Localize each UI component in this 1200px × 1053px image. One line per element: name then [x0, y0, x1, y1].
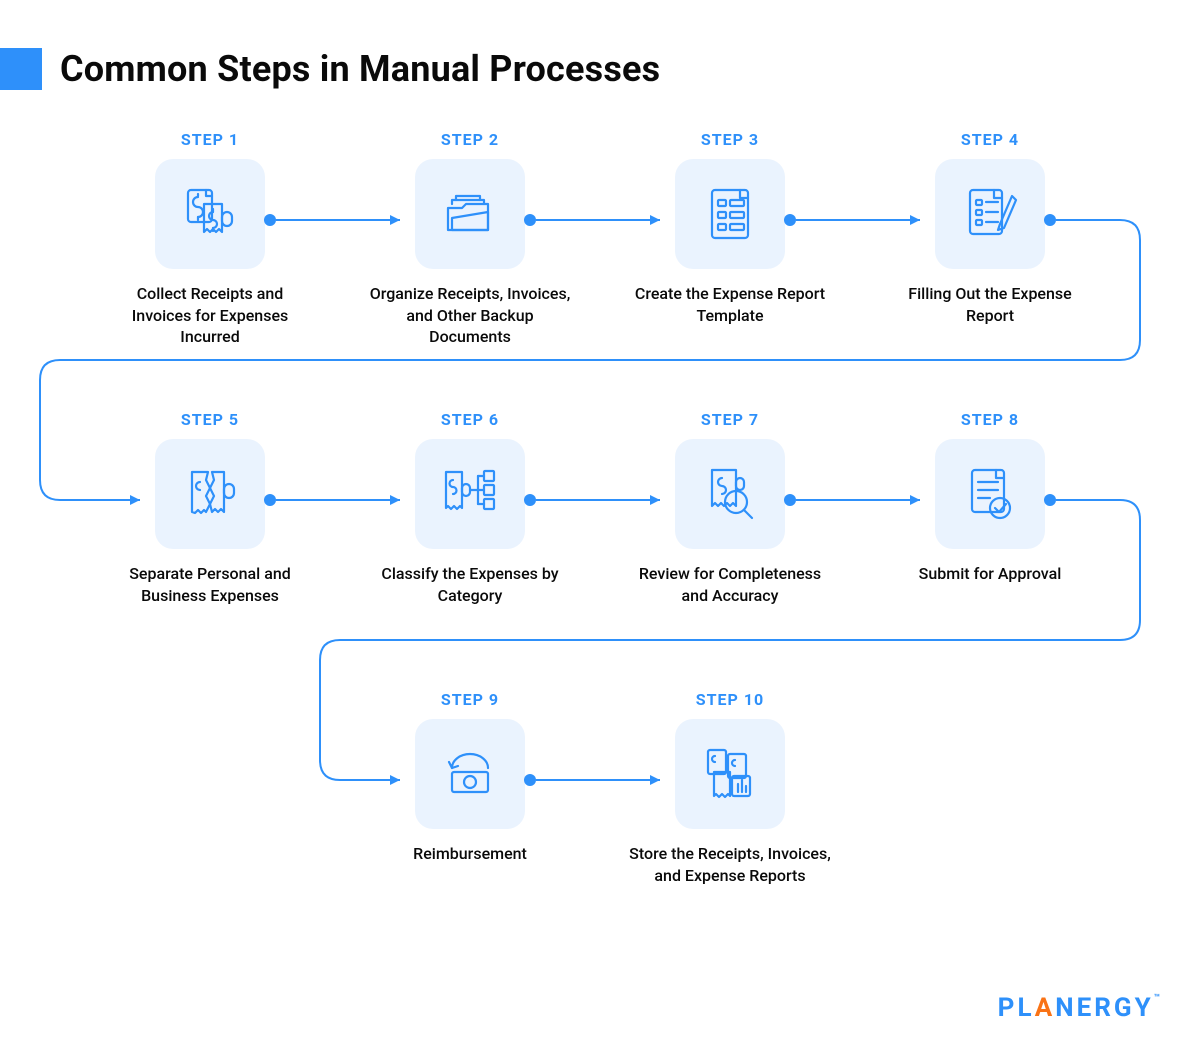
- brand-logo: PLANERGY™: [998, 993, 1160, 1023]
- step-10: STEP 10 Store the Receipts, Invoices, an…: [620, 690, 840, 886]
- reimbursement-icon: [415, 719, 525, 829]
- step-label: STEP 8: [880, 410, 1100, 429]
- page-title: Common Steps in Manual Processes: [60, 48, 660, 90]
- step-description: Collect Receipts and Invoices for Expens…: [100, 283, 320, 348]
- step-description: Submit for Approval: [880, 563, 1100, 585]
- step-label: STEP 6: [360, 410, 580, 429]
- step-8: STEP 8 Submit for Approval: [880, 410, 1100, 585]
- step-description: Organize Receipts, Invoices, and Other B…: [360, 283, 580, 348]
- process-diagram: STEP 1 Collect Receipts and Invoices for…: [0, 130, 1200, 990]
- page-header: Common Steps in Manual Processes: [0, 0, 1200, 90]
- step-label: STEP 3: [620, 130, 840, 149]
- review-magnify-icon: [675, 439, 785, 549]
- step-1: STEP 1 Collect Receipts and Invoices for…: [100, 130, 320, 348]
- step-label: STEP 1: [100, 130, 320, 149]
- step-9: STEP 9 Reimbursement: [360, 690, 580, 865]
- report-template-icon: [675, 159, 785, 269]
- submit-approval-icon: [935, 439, 1045, 549]
- step-description: Separate Personal and Business Expenses: [100, 563, 320, 606]
- folder-documents-icon: [415, 159, 525, 269]
- step-3: STEP 3 Create the Expense Report Templat…: [620, 130, 840, 326]
- step-label: STEP 9: [360, 690, 580, 709]
- step-description: Filling Out the Expense Report: [880, 283, 1100, 326]
- receipts-invoices-icon: [155, 159, 265, 269]
- step-2: STEP 2 Organize Receipts, Invoices, and …: [360, 130, 580, 348]
- step-6: STEP 6 Classify the Expenses by Category: [360, 410, 580, 606]
- split-receipt-icon: [155, 439, 265, 549]
- step-4: STEP 4 Filling Out the Expense Report: [880, 130, 1100, 326]
- step-description: Create the Expense Report Template: [620, 283, 840, 326]
- step-label: STEP 4: [880, 130, 1100, 149]
- step-label: STEP 5: [100, 410, 320, 429]
- step-7: STEP 7 Review for Completeness and Accur…: [620, 410, 840, 606]
- step-label: STEP 7: [620, 410, 840, 429]
- step-label: STEP 10: [620, 690, 840, 709]
- classify-tree-icon: [415, 439, 525, 549]
- store-documents-icon: [675, 719, 785, 829]
- step-5: STEP 5 Separate Personal and Business Ex…: [100, 410, 320, 606]
- step-description: Classify the Expenses by Category: [360, 563, 580, 606]
- step-description: Review for Completeness and Accuracy: [620, 563, 840, 606]
- step-description: Reimbursement: [360, 843, 580, 865]
- step-description: Store the Receipts, Invoices, and Expens…: [620, 843, 840, 886]
- fill-form-icon: [935, 159, 1045, 269]
- accent-bar: [0, 48, 42, 90]
- step-label: STEP 2: [360, 130, 580, 149]
